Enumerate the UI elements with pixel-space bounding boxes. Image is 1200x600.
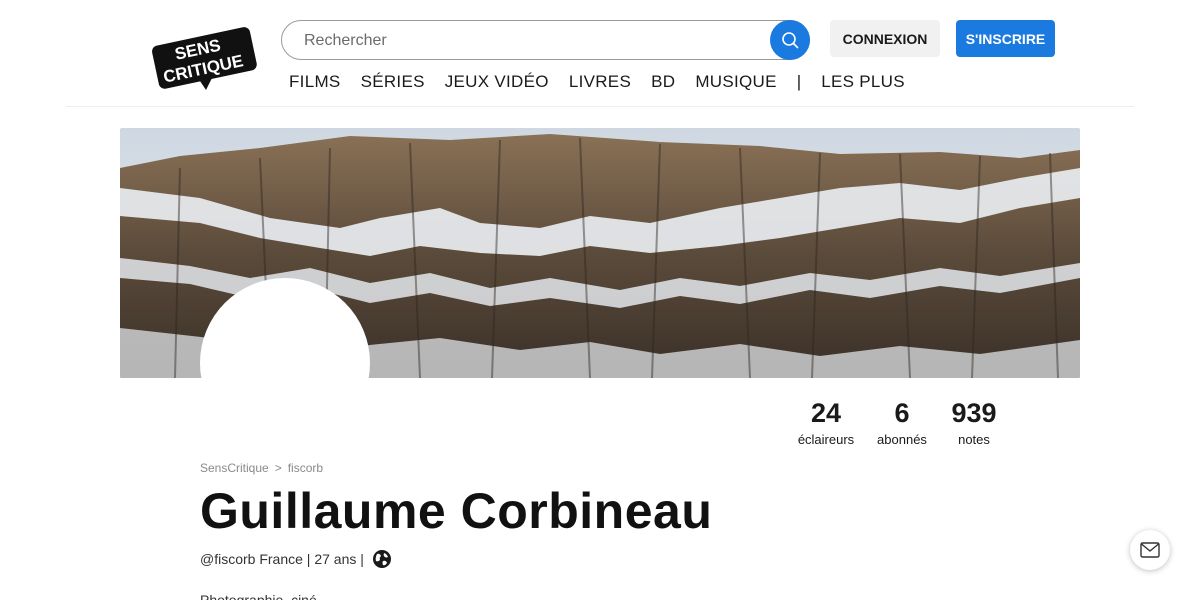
signup-button[interactable]: S'INSCRIRE bbox=[956, 20, 1055, 57]
nav-item-musique[interactable]: MUSIQUE bbox=[695, 72, 776, 92]
login-button[interactable]: CONNEXION bbox=[830, 20, 940, 57]
mail-icon bbox=[1140, 542, 1160, 558]
stat-abonnes[interactable]: 6 abonnés bbox=[872, 398, 932, 447]
stat-value: 6 bbox=[894, 398, 910, 428]
nav-item-series[interactable]: SÉRIES bbox=[361, 72, 425, 92]
search-icon bbox=[782, 32, 799, 49]
nav-item-les-plus[interactable]: LES PLUS bbox=[821, 72, 905, 92]
nav-item-jeux-video[interactable]: JEUX VIDÉO bbox=[445, 72, 549, 92]
stat-label: notes bbox=[958, 432, 990, 447]
page-title: Guillaume Corbineau bbox=[200, 483, 713, 539]
stat-notes[interactable]: 939 notes bbox=[944, 398, 1004, 447]
avatar bbox=[200, 278, 370, 448]
breadcrumb-home[interactable]: SensCritique bbox=[200, 461, 269, 475]
search-button[interactable] bbox=[770, 20, 810, 60]
globe-icon[interactable] bbox=[372, 549, 392, 569]
logo-speech-tail bbox=[198, 78, 212, 90]
stat-value: 24 bbox=[810, 398, 842, 428]
nav-item-livres[interactable]: LIVRES bbox=[569, 72, 631, 92]
header-divider bbox=[66, 106, 1134, 107]
profile-meta-text: @fiscorb France | 27 ans | bbox=[200, 551, 364, 567]
main-nav: FILMS SÉRIES JEUX VIDÉO LIVRES BD MUSIQU… bbox=[289, 70, 925, 94]
nav-item-films[interactable]: FILMS bbox=[289, 72, 341, 92]
search-input[interactable] bbox=[304, 30, 764, 52]
search-bar[interactable] bbox=[281, 20, 810, 60]
stat-value: 939 bbox=[951, 398, 997, 428]
site-header: SENS CRITIQUE CONNEXION S'INSCRIRE FILMS… bbox=[0, 0, 1200, 108]
stat-label: abonnés bbox=[877, 432, 927, 447]
profile-meta: @fiscorb France | 27 ans | bbox=[200, 549, 392, 569]
message-button[interactable] bbox=[1130, 530, 1170, 570]
breadcrumb-separator: > bbox=[274, 461, 282, 475]
breadcrumb: SensCritique > fiscorb bbox=[200, 461, 323, 475]
senscritique-logo[interactable]: SENS CRITIQUE bbox=[146, 22, 262, 90]
breadcrumb-current[interactable]: fiscorb bbox=[288, 461, 323, 475]
stat-label: éclaireurs bbox=[797, 432, 855, 447]
nav-separator: | bbox=[796, 72, 802, 91]
profile-bio: Photographie, ciné... bbox=[200, 592, 329, 600]
nav-item-bd[interactable]: BD bbox=[651, 72, 675, 92]
stat-eclaireurs[interactable]: 24 éclaireurs bbox=[794, 398, 858, 447]
